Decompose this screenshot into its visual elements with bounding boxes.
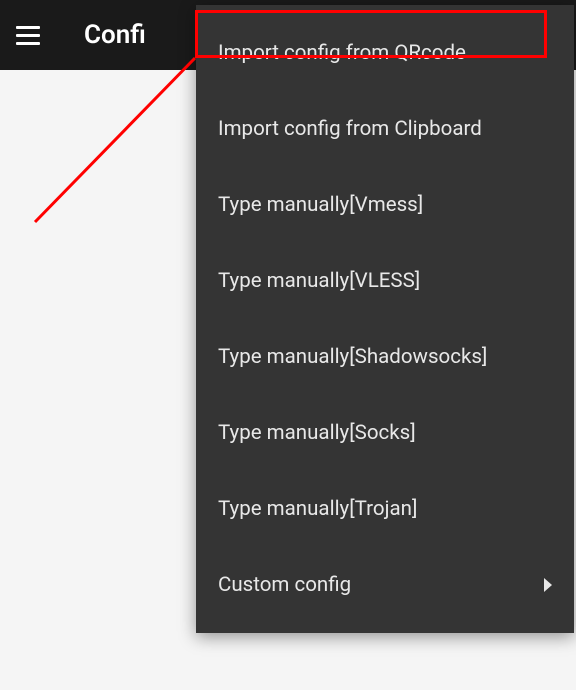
menu-item-shadowsocks[interactable]: Type manually[Shadowsocks] bbox=[196, 319, 574, 395]
menu-item-socks[interactable]: Type manually[Socks] bbox=[196, 395, 574, 471]
menu-item-label: Type manually[Socks] bbox=[218, 421, 416, 445]
menu-item-import-clipboard[interactable]: Import config from Clipboard bbox=[196, 91, 574, 167]
hamburger-menu-icon[interactable] bbox=[16, 20, 46, 50]
menu-item-vless[interactable]: Type manually[VLESS] bbox=[196, 243, 574, 319]
menu-item-label: Custom config bbox=[218, 573, 351, 597]
menu-item-label: Type manually[Vmess] bbox=[218, 193, 423, 217]
hamburger-line bbox=[16, 42, 40, 45]
menu-item-label: Type manually[Trojan] bbox=[218, 497, 417, 521]
menu-item-label: Import config from Clipboard bbox=[218, 117, 482, 141]
chevron-right-icon bbox=[544, 578, 552, 592]
hamburger-line bbox=[16, 34, 40, 37]
menu-item-label: Type manually[VLESS] bbox=[218, 269, 420, 293]
config-dropdown-menu: Import config from QRcode Import config … bbox=[196, 5, 574, 633]
hamburger-line bbox=[16, 26, 40, 29]
menu-item-label: Type manually[Shadowsocks] bbox=[218, 345, 487, 369]
menu-item-trojan[interactable]: Type manually[Trojan] bbox=[196, 471, 574, 547]
menu-item-vmess[interactable]: Type manually[Vmess] bbox=[196, 167, 574, 243]
menu-item-custom[interactable]: Custom config bbox=[196, 547, 574, 623]
menu-item-import-qrcode[interactable]: Import config from QRcode bbox=[196, 15, 574, 91]
page-title: Confi bbox=[84, 20, 146, 50]
menu-item-label: Import config from QRcode bbox=[218, 41, 466, 65]
